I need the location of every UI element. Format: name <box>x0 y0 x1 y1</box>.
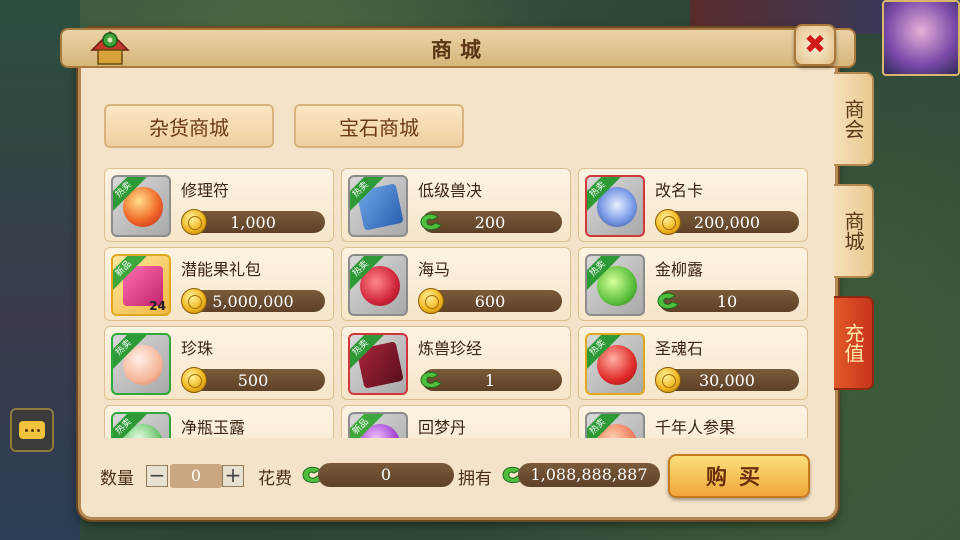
item-icon-frame: 热卖 <box>348 254 408 316</box>
item-icon-frame: 热卖 <box>348 175 408 237</box>
side-tab-label: 充值 <box>841 323 865 363</box>
item-icon-frame: 热卖 <box>111 175 171 237</box>
quantity-plus-button[interactable]: + <box>222 465 244 487</box>
item-price: 500 <box>237 371 269 390</box>
close-icon: ✖ <box>804 30 826 60</box>
item-card[interactable]: 热卖 净瓶玉露 <box>104 405 334 438</box>
item-name: 净瓶玉露 <box>181 418 246 437</box>
item-icon-frame: 热卖 <box>348 333 408 395</box>
item-price: 1,000 <box>230 213 276 232</box>
item-price: 1 <box>484 371 496 390</box>
buy-button[interactable]: 购买 <box>668 454 810 498</box>
item-name: 潜能果礼包 <box>181 260 262 279</box>
tab-gem-shop[interactable]: 宝石商城 <box>294 104 464 148</box>
item-name: 回梦丹 <box>418 418 467 437</box>
side-tab-guild[interactable]: 商会 <box>834 72 874 166</box>
item-icon-frame: 热卖 <box>111 333 171 395</box>
item-icon-frame: 热卖 <box>585 254 645 316</box>
item-name: 低级兽决 <box>418 181 483 200</box>
item-icon-frame: 热卖 <box>585 175 645 237</box>
item-grid: 热卖 修理符 1,000 热卖 低级兽决 200 热卖 改名卡 200,000 … <box>100 164 812 438</box>
item-price: 600 <box>474 292 506 311</box>
cost-label: 花费 <box>258 469 292 489</box>
side-tab-shop[interactable]: 商城 <box>834 184 874 278</box>
item-card[interactable]: 热卖 金柳露 10 <box>578 247 808 321</box>
item-name: 修理符 <box>181 181 230 200</box>
item-card[interactable]: 热卖 千年人参果 <box>578 405 808 438</box>
item-name: 改名卡 <box>655 181 704 200</box>
close-button[interactable]: ✖ <box>794 24 836 66</box>
tab-grocery-shop[interactable]: 杂货商城 <box>104 104 274 148</box>
quantity-input[interactable]: 0 <box>170 464 222 488</box>
pagoda-ornament-icon <box>90 30 130 65</box>
page-title: 商城 <box>431 38 489 62</box>
quantity-label: 数量 <box>100 469 134 489</box>
item-name: 炼兽珍经 <box>418 339 483 358</box>
item-price: 30,000 <box>699 371 755 390</box>
item-icon-frame: 热卖 <box>585 412 645 438</box>
item-card[interactable]: 新品 24 潜能果礼包 5,000,000 <box>104 247 334 321</box>
item-price: 200,000 <box>693 213 761 232</box>
item-name: 金柳露 <box>655 260 704 279</box>
item-name: 海马 <box>418 260 451 279</box>
left-hud-strip <box>0 0 80 540</box>
item-card[interactable]: 热卖 炼兽珍经 1 <box>341 326 571 400</box>
item-card[interactable]: 热卖 珍珠 500 <box>104 326 334 400</box>
item-icon-frame: 新品 24 <box>111 254 171 316</box>
item-price: 10 <box>716 292 738 311</box>
item-price: 200 <box>474 213 506 232</box>
item-icon-frame: 热卖 <box>111 412 171 438</box>
quantity-minus-button[interactable]: − <box>146 465 168 487</box>
owned-label: 拥有 <box>458 469 492 489</box>
item-card[interactable]: 热卖 海马 600 <box>341 247 571 321</box>
item-price: 5,000,000 <box>212 292 294 311</box>
item-card[interactable]: 热卖 圣魂石 30,000 <box>578 326 808 400</box>
item-card[interactable]: 热卖 修理符 1,000 <box>104 168 334 242</box>
item-quantity: 24 <box>149 299 166 313</box>
cost-value: 0 <box>318 463 454 487</box>
side-tab-recharge[interactable]: 充值 <box>834 296 874 390</box>
item-card[interactable]: 热卖 低级兽决 200 <box>341 168 571 242</box>
item-icon-frame: 热卖 <box>585 333 645 395</box>
item-name: 珍珠 <box>181 339 214 358</box>
item-icon-frame: 新品 <box>348 412 408 438</box>
item-name: 千年人参果 <box>655 418 736 437</box>
item-card[interactable]: 热卖 改名卡 200,000 <box>578 168 808 242</box>
chat-button[interactable] <box>10 408 54 452</box>
chat-bubble-icon <box>19 421 45 439</box>
side-tab-label: 商会 <box>841 99 865 139</box>
player-avatar[interactable] <box>882 0 960 76</box>
item-name: 圣魂石 <box>655 339 704 358</box>
owned-value: 1,088,888,887 <box>518 463 660 487</box>
item-card[interactable]: 新品 回梦丹 <box>341 405 571 438</box>
side-tab-label: 商城 <box>841 211 865 251</box>
